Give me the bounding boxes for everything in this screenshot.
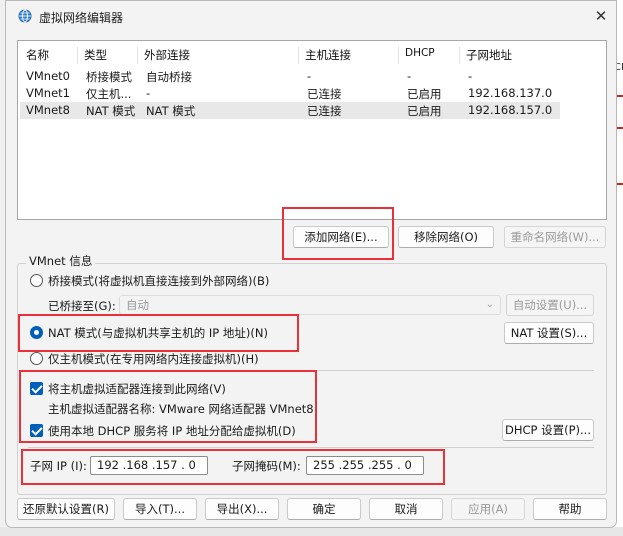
dhcp-settings-button[interactable]: DHCP 设置(P)... (502, 419, 594, 441)
subnet-ip-label: 子网 IP (I): (30, 459, 87, 473)
remove-network-button[interactable]: 移除网络(O) (398, 226, 494, 248)
group-title: VMnet 信息 (26, 253, 96, 269)
help-button[interactable]: 帮助 (533, 498, 607, 520)
adapter-name-label: 主机虚拟适配器名称: VMware 网络适配器 VMnet8 (48, 402, 314, 416)
cell-subnet: - (468, 69, 473, 83)
column-header-type[interactable]: 类型 (78, 47, 138, 64)
virtual-network-editor-dialog: 虚拟网络编辑器 ✕ 名称 类型 外部连接 主机连接 DHCP 子网地址 VMne… (5, 0, 617, 528)
cell-host: - (307, 69, 312, 83)
host-only-label[interactable]: 仅主机模式(在专用网络内连接虚拟机)(H) (48, 351, 259, 367)
nat-mode-radio[interactable] (30, 326, 43, 339)
connect-adapter-label[interactable]: 将主机虚拟适配器连接到此网络(V) (48, 381, 226, 397)
cancel-button[interactable]: 取消 (369, 498, 443, 520)
dhcp-label[interactable]: 使用本地 DHCP 服务将 IP 地址分配给虚拟机(D) (48, 423, 296, 439)
column-header-host[interactable]: 主机连接 (299, 47, 399, 64)
close-icon[interactable]: ✕ (592, 7, 610, 25)
cell-dhcp: - (407, 69, 412, 83)
cell-host: 已连接 (307, 87, 342, 101)
bridge-mode-label[interactable]: 桥接模式(将虚拟机直接连接到外部网络)(B) (48, 273, 269, 289)
cell-name: VMnet8 (26, 103, 70, 117)
restore-defaults-button[interactable]: 还原默认设置(R) (17, 498, 115, 520)
cell-subnet: 192.168.137.0 (468, 86, 553, 100)
bridged-to-value: 自动 (126, 298, 149, 312)
chevron-down-icon: ⌄ (485, 299, 494, 310)
column-header-external[interactable]: 外部连接 (138, 47, 299, 64)
title-bar: 虚拟网络编辑器 ✕ (6, 1, 616, 31)
cell-external: NAT 模式 (146, 104, 196, 118)
bridge-mode-radio[interactable] (30, 274, 43, 287)
column-header-name[interactable]: 名称 (20, 47, 78, 64)
cell-name: VMnet1 (26, 86, 70, 100)
background-marker (616, 127, 623, 129)
cell-external: - (146, 86, 151, 100)
dhcp-checkbox[interactable] (30, 424, 43, 437)
column-header-dhcp[interactable]: DHCP (399, 47, 460, 64)
background-strip (0, 527, 623, 536)
auto-settings-button[interactable]: 自动设置(U)... (506, 294, 594, 316)
subnet-ip-input[interactable]: 192 .168 .157 . 0 (90, 456, 208, 475)
cell-name: VMnet0 (26, 69, 70, 83)
subnet-mask-label: 子网掩码(M): (232, 459, 301, 473)
cell-type: 桥接模式 (86, 70, 132, 84)
cell-type: 仅主机... (86, 87, 132, 101)
table-row-selected[interactable]: VMnet8 NAT 模式 NAT 模式 已连接 已启用 192.168.157… (20, 102, 560, 119)
nat-mode-label[interactable]: NAT 模式(与虚拟机共享主机的 IP 地址)(N) (48, 325, 268, 341)
apply-button[interactable]: 应用(A) (451, 498, 525, 520)
cell-subnet: 192.168.157.0 (468, 103, 553, 117)
cell-host: 已连接 (307, 104, 342, 118)
cell-dhcp: 已启用 (407, 87, 442, 101)
table-row[interactable]: VMnet1 仅主机... - 已连接 已启用 192.168.137.0 (20, 85, 560, 102)
column-header-subnet[interactable]: 子网地址 (460, 47, 560, 64)
cell-type: NAT 模式 (86, 104, 136, 118)
bridged-to-select[interactable]: 自动 ⌄ (119, 295, 501, 315)
ok-button[interactable]: 确定 (287, 498, 361, 520)
bridged-to-label: 已桥接至(G): (48, 299, 116, 313)
separator (28, 370, 594, 371)
host-only-radio[interactable] (30, 352, 43, 365)
rename-network-button[interactable]: 重命名网络(W)... (504, 226, 606, 248)
window-title: 虚拟网络编辑器 (39, 11, 124, 25)
cell-dhcp: 已启用 (407, 104, 442, 118)
cell-external: 自动桥接 (146, 70, 192, 84)
add-network-button[interactable]: 添加网络(E)... (293, 226, 389, 248)
globe-network-icon (18, 9, 32, 23)
separator (28, 447, 594, 448)
background-marker (616, 95, 623, 97)
table-row[interactable]: VMnet0 桥接模式 自动桥接 - - - (20, 68, 560, 85)
export-button[interactable]: 导出(X)... (205, 498, 279, 520)
subnet-mask-input[interactable]: 255 .255 .255 . 0 (306, 456, 424, 475)
nat-settings-button[interactable]: NAT 设置(S)... (504, 322, 594, 344)
network-table[interactable]: 名称 类型 外部连接 主机连接 DHCP 子网地址 VMnet0 桥接模式 自动… (17, 40, 607, 220)
connect-adapter-checkbox[interactable] (30, 382, 43, 395)
import-button[interactable]: 导入(T)... (123, 498, 197, 520)
background-marker (616, 183, 623, 185)
